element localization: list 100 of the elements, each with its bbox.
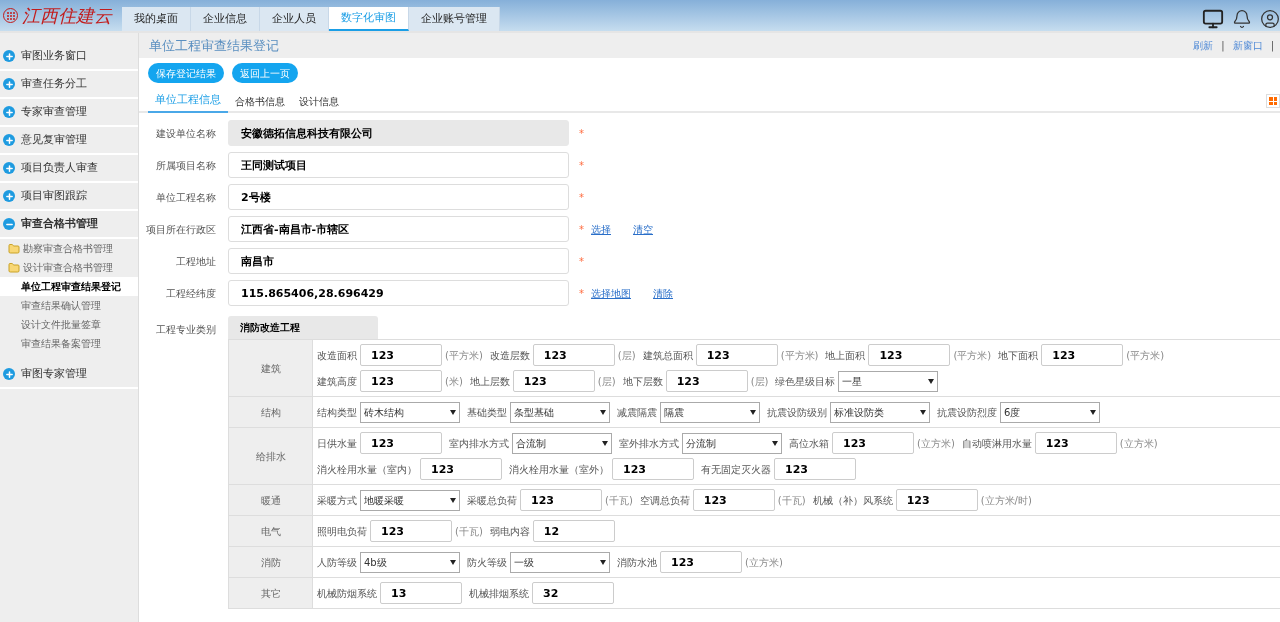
dropdown[interactable]: 标准设防类 xyxy=(830,401,930,423)
form-label: 单位工程名称 xyxy=(155,190,217,205)
category-cell: 消防 xyxy=(229,547,313,577)
text-field[interactable]: 123 xyxy=(774,458,856,480)
field-label: 消火栓用水量（室外） xyxy=(509,462,609,477)
folder-item[interactable]: 设计审查合格书管理 xyxy=(0,258,138,277)
dropdown[interactable]: 条型基础 xyxy=(510,401,610,423)
text-field[interactable]: 123 xyxy=(660,551,742,573)
text-field[interactable]: 123 xyxy=(695,344,778,366)
dropdown[interactable]: 隔震 xyxy=(660,401,760,423)
caret-icon xyxy=(772,440,778,446)
text-field[interactable]: 32 xyxy=(532,582,614,604)
text-field[interactable]: 123 xyxy=(868,344,951,366)
sidebar-link[interactable]: 单位工程审查结果登记 xyxy=(0,277,138,296)
sidebar-item[interactable]: 审查合格书管理 xyxy=(0,211,138,239)
text-field[interactable]: 12 xyxy=(532,520,615,542)
caret-icon xyxy=(450,497,456,503)
text-field[interactable]: 13 xyxy=(380,582,462,604)
text-field[interactable]: 南昌市 xyxy=(228,248,569,274)
form-link[interactable]: 清除 xyxy=(653,285,673,301)
sidebar-item[interactable]: 意见复审管理 xyxy=(0,127,138,155)
dropdown[interactable]: 一星 xyxy=(838,370,939,392)
sidebar-link[interactable]: 审查结果备案管理 xyxy=(0,334,138,353)
caret-icon xyxy=(928,378,935,384)
grid-icon[interactable] xyxy=(1266,94,1280,108)
nav-tab[interactable]: 企业信息 xyxy=(191,7,260,31)
sidebar-item[interactable]: 专家审查管理 xyxy=(0,99,138,127)
text-field[interactable]: 2号楼 xyxy=(228,184,569,210)
sidebar-item[interactable]: 审图业务窗口 xyxy=(0,43,138,71)
text-field[interactable]: 123 xyxy=(370,520,452,542)
dropdown[interactable]: 4b级 xyxy=(360,551,460,573)
text-field[interactable]: 江西省-南昌市-市辖区 xyxy=(228,216,569,242)
text-field[interactable]: 123 xyxy=(520,489,602,511)
page-title: 单位工程审查结果登记 xyxy=(149,36,279,55)
plus-icon xyxy=(3,368,15,380)
text-field[interactable]: 123 xyxy=(692,489,775,511)
unit-label: (层) xyxy=(617,348,636,363)
sidebar-item[interactable]: 项目审图跟踪 xyxy=(0,183,138,211)
text-field[interactable]: 123 xyxy=(360,370,442,392)
text-field[interactable]: 安徽德拓信息科技有限公司 xyxy=(228,120,569,146)
field-label: 采暖方式 xyxy=(317,493,357,508)
required-mark: * xyxy=(579,191,584,203)
monitor-icon[interactable] xyxy=(1202,7,1224,30)
text-field[interactable]: 123 xyxy=(532,344,615,366)
form-tab[interactable]: 合格书信息 xyxy=(228,89,292,113)
sidebar-link[interactable]: 审查结果确认管理 xyxy=(0,296,138,315)
caret-icon xyxy=(920,409,926,415)
unit-label: (立方米/时) xyxy=(980,493,1032,508)
category-cell: 结构 xyxy=(229,397,313,427)
dropdown[interactable]: 砖木结构 xyxy=(360,401,460,423)
caret-icon xyxy=(600,409,606,415)
field-label: 人防等级 xyxy=(317,555,357,570)
field-label: 地上层数 xyxy=(469,374,510,389)
sidebar-item[interactable]: 审图专家管理 xyxy=(0,361,138,389)
field-label: 采暖总负荷 xyxy=(467,493,517,508)
form-link[interactable]: 选择地图 xyxy=(591,285,631,301)
sidebar-item[interactable]: 项目负责人审查 xyxy=(0,155,138,183)
dropdown[interactable]: 分流制 xyxy=(682,432,782,454)
field-label: 消防水池 xyxy=(617,555,657,570)
nav-tab[interactable]: 企业人员 xyxy=(260,7,329,31)
unit-label: (立方米) xyxy=(1119,436,1158,451)
field-label: 地下面积 xyxy=(998,348,1039,363)
minus-icon xyxy=(3,218,15,230)
form-label: 项目所在行政区 xyxy=(145,222,217,237)
user-icon[interactable] xyxy=(1260,8,1280,29)
dropdown[interactable]: 地暖采暖 xyxy=(360,489,460,511)
category-cell: 暖通 xyxy=(229,485,313,515)
caret-icon xyxy=(750,409,756,415)
bell-icon[interactable] xyxy=(1232,8,1252,29)
folder-item[interactable]: 勘察审查合格书管理 xyxy=(0,239,138,258)
text-field[interactable]: 123 xyxy=(1041,344,1124,366)
unit-label: (千瓦) xyxy=(455,524,483,539)
text-field[interactable]: 123 xyxy=(360,432,442,454)
field-label: 改造面积 xyxy=(317,348,357,363)
form-label: 工程专业类别 xyxy=(155,323,217,337)
dropdown[interactable]: 一级 xyxy=(510,551,610,573)
sidebar-link[interactable]: 设计文件批量签章 xyxy=(0,315,138,334)
text-field[interactable]: 123 xyxy=(612,458,694,480)
text-field[interactable]: 123 xyxy=(895,489,978,511)
field-label: 地上面积 xyxy=(825,348,866,363)
text-field[interactable]: 123 xyxy=(360,344,442,366)
nav-tab[interactable]: 我的桌面 xyxy=(122,7,191,31)
sidebar-item[interactable]: 审查任务分工 xyxy=(0,71,138,99)
text-field[interactable]: 123 xyxy=(512,370,595,392)
dropdown[interactable]: 6度 xyxy=(1000,401,1100,423)
nav-tab[interactable]: 企业账号管理 xyxy=(409,7,500,31)
unit-label: (千瓦) xyxy=(605,493,633,508)
unit-label: (平方米) xyxy=(780,348,819,363)
text-field[interactable]: 123 xyxy=(1034,432,1117,454)
form-link[interactable]: 选择 xyxy=(591,221,611,237)
form-label: 所属项目名称 xyxy=(155,158,217,173)
form-tab[interactable]: 设计信息 xyxy=(292,89,346,113)
text-field[interactable]: 王同测试项目 xyxy=(228,152,569,178)
dropdown[interactable]: 合流制 xyxy=(512,432,612,454)
text-field[interactable]: 115.865406,28.696429 xyxy=(228,280,569,306)
form-link[interactable]: 清空 xyxy=(633,221,653,237)
field-label: 减震隔震 xyxy=(617,405,657,420)
text-field[interactable]: 123 xyxy=(665,370,748,392)
text-field[interactable]: 123 xyxy=(420,458,502,480)
text-field[interactable]: 123 xyxy=(832,432,914,454)
